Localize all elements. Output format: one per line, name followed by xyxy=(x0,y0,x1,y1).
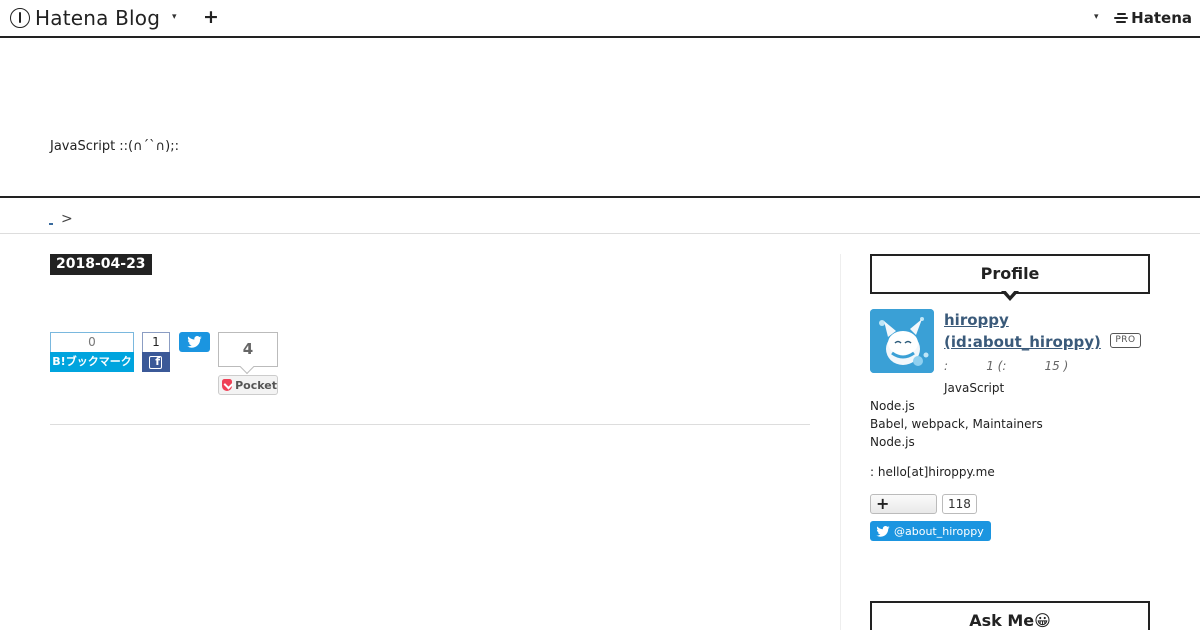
twitter-follow-label: @about_hiroppy xyxy=(894,524,984,538)
plus-icon: + xyxy=(876,494,890,513)
follow-button[interactable]: + xyxy=(870,494,937,514)
hatena-brand-link[interactable]: Hatena xyxy=(1114,9,1192,27)
pocket-label: Pocket xyxy=(235,378,277,392)
twitter-share-button[interactable] xyxy=(179,332,210,352)
hatena-blog-logo-icon xyxy=(10,8,30,28)
askme-module-title: Ask Me😀 xyxy=(870,601,1150,630)
hatena-blog-logo-text: Hatena Blog xyxy=(35,6,161,30)
profile-display-name: hiroppy xyxy=(944,311,1009,329)
profile-bio-line: Node.js xyxy=(870,435,915,449)
column-divider xyxy=(840,254,841,630)
pocket-button[interactable]: Pocket xyxy=(218,375,278,395)
breadcrumb: > xyxy=(0,199,1200,234)
breadcrumb-home-link[interactable] xyxy=(49,223,53,225)
global-header: Hatena Blog ▾ + ▾ Hatena xyxy=(0,0,1200,38)
hatena-bookmark-label: B!ブックマーク xyxy=(50,352,134,372)
follow-widget: + 118 xyxy=(870,494,977,514)
follower-count: 118 xyxy=(942,494,977,514)
twitter-follow-button[interactable]: @about_hiroppy xyxy=(870,521,991,541)
facebook-share-count: 1 xyxy=(142,332,170,352)
facebook-icon: f xyxy=(142,352,170,372)
facebook-share-button[interactable]: 1 f xyxy=(142,332,170,372)
profile-bio-line: Node.js xyxy=(870,399,915,413)
avatar[interactable] xyxy=(870,309,934,373)
profile-user-id: (id:about_hiroppy) xyxy=(944,333,1101,351)
blog-menu-caret-icon[interactable]: ▾ xyxy=(172,12,177,22)
breadcrumb-separator: > xyxy=(61,211,73,227)
twitter-bird-icon xyxy=(187,336,202,348)
pro-badge: PRO xyxy=(1110,333,1141,348)
user-menu-caret-icon[interactable]: ▾ xyxy=(1094,12,1099,22)
entry-divider xyxy=(50,424,810,425)
new-post-plus-icon[interactable]: + xyxy=(203,6,219,28)
hatena-brand-icon xyxy=(1114,12,1129,24)
profile-name-link[interactable]: hiroppy (id:about_hiroppy) xyxy=(944,309,1104,353)
hatena-brand-text: Hatena xyxy=(1131,9,1192,27)
twitter-bird-icon xyxy=(876,525,890,537)
blog-header: JavaScript ::(∩´`∩);: xyxy=(0,40,1200,198)
profile-bio-first: JavaScript xyxy=(944,381,1005,395)
blog-description: JavaScript ::(∩´`∩);: xyxy=(50,139,179,154)
avatar-image xyxy=(870,309,934,373)
profile-bio-line: Babel, webpack, Maintainers xyxy=(870,417,1043,431)
profile-contact: : hello[at]hiroppy.me xyxy=(870,465,995,479)
profile-module-title: Profile xyxy=(870,254,1150,294)
hatena-bookmark-count: 0 xyxy=(50,332,134,352)
hatena-blog-logo[interactable]: Hatena Blog xyxy=(10,5,160,31)
profile-title-arrow xyxy=(1001,289,1019,301)
profile-meta: : 1 (: 15 ) xyxy=(944,359,1069,373)
pocket-icon xyxy=(222,379,233,391)
entry-date[interactable]: 2018-04-23 xyxy=(50,254,152,275)
hatena-bookmark-button[interactable]: 0 B!ブックマーク xyxy=(50,332,134,372)
